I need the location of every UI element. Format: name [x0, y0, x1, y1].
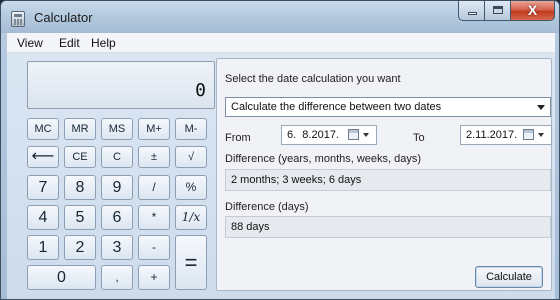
- m-minus-button[interactable]: M-: [175, 118, 207, 140]
- calculate-button[interactable]: Calculate: [475, 266, 543, 288]
- difference-ymwd-result: 2 months; 3 weeks; 6 days: [225, 169, 551, 191]
- difference-days-result: 88 days: [225, 216, 551, 238]
- title-bar[interactable]: Calculator X: [1, 1, 559, 33]
- date-calc-heading: Select the date calculation you want: [225, 73, 401, 85]
- menu-help[interactable]: Help: [91, 36, 116, 50]
- calculate-button-label: Calculate: [486, 271, 532, 283]
- ce-button[interactable]: CE: [64, 146, 96, 168]
- chevron-down-icon: [538, 133, 544, 137]
- menu-edit[interactable]: Edit: [59, 36, 80, 50]
- maximize-icon: [493, 6, 503, 14]
- digit-6-button[interactable]: 6: [101, 205, 133, 230]
- date-calculation-panel: Select the date calculation you want Cal…: [216, 58, 552, 291]
- calculator-window: Calculator X View Edit Help 0 MC MR MS M…: [0, 0, 560, 300]
- from-date-value: 6. 8.2017.: [287, 129, 339, 141]
- digit-0-button[interactable]: 0: [27, 265, 96, 290]
- display: 0: [27, 61, 215, 109]
- mc-button[interactable]: MC: [27, 118, 59, 140]
- caption-buttons: X: [458, 1, 555, 21]
- reciprocal-button[interactable]: 1/x: [175, 205, 207, 230]
- minus-button[interactable]: -: [138, 235, 170, 260]
- calculation-mode-value: Calculate the difference between two dat…: [231, 101, 442, 113]
- multiply-button[interactable]: *: [138, 205, 170, 230]
- mr-button[interactable]: MR: [64, 118, 96, 140]
- to-date-picker[interactable]: 2.11.2017.: [460, 125, 552, 145]
- minimize-button[interactable]: [458, 1, 485, 21]
- difference-days-label: Difference (days): [225, 201, 309, 213]
- m-plus-button[interactable]: M+: [138, 118, 170, 140]
- calculator-body: 0 MC MR MS M+ M- ⟵ CE C ± √ 7 8 9 / % 4 …: [7, 53, 555, 299]
- window-title: Calculator: [34, 10, 93, 25]
- calendar-icon: [523, 129, 534, 140]
- equals-button[interactable]: =: [175, 235, 207, 290]
- digit-8-button[interactable]: 8: [64, 175, 96, 200]
- minimize-icon: [468, 12, 477, 15]
- digit-5-button[interactable]: 5: [64, 205, 96, 230]
- difference-ymwd-label: Difference (years, months, weeks, days): [225, 153, 422, 165]
- digit-1-button[interactable]: 1: [27, 235, 59, 260]
- calculation-mode-select[interactable]: Calculate the difference between two dat…: [225, 97, 551, 117]
- menu-view[interactable]: View: [17, 36, 43, 50]
- dropdown-arrow-icon: [537, 105, 545, 110]
- difference-days-value: 88 days: [231, 221, 270, 233]
- digit-7-button[interactable]: 7: [27, 175, 59, 200]
- from-label: From: [225, 132, 251, 144]
- display-value: 0: [195, 80, 206, 101]
- to-date-value: 2.11.2017.: [466, 129, 518, 141]
- digit-4-button[interactable]: 4: [27, 205, 59, 230]
- difference-ymwd-value: 2 months; 3 weeks; 6 days: [231, 174, 362, 186]
- c-button[interactable]: C: [101, 146, 133, 168]
- digit-9-button[interactable]: 9: [101, 175, 133, 200]
- to-label: To: [413, 132, 425, 144]
- ms-button[interactable]: MS: [101, 118, 133, 140]
- digit-3-button[interactable]: 3: [101, 235, 133, 260]
- plus-minus-button[interactable]: ±: [138, 146, 170, 168]
- digit-2-button[interactable]: 2: [64, 235, 96, 260]
- divide-button[interactable]: /: [138, 175, 170, 200]
- close-icon: X: [527, 2, 538, 18]
- maximize-button[interactable]: [485, 1, 511, 21]
- calculator-app-icon: [11, 11, 25, 27]
- chevron-down-icon: [363, 133, 369, 137]
- percent-button[interactable]: %: [175, 175, 207, 200]
- decimal-button[interactable]: ,: [101, 265, 133, 290]
- from-date-picker[interactable]: 6. 8.2017.: [281, 125, 377, 145]
- backspace-button[interactable]: ⟵: [27, 146, 59, 168]
- plus-button[interactable]: +: [138, 265, 170, 290]
- calendar-icon: [348, 129, 359, 140]
- square-root-button[interactable]: √: [175, 146, 207, 168]
- menu-bar: View Edit Help: [7, 33, 555, 53]
- close-button[interactable]: X: [511, 1, 555, 21]
